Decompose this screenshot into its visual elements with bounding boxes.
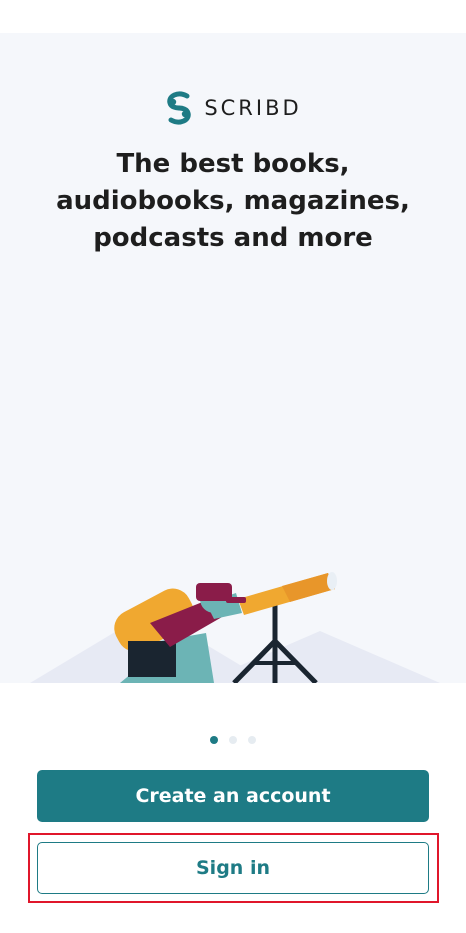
page-indicator-dot-active <box>210 736 218 744</box>
onboarding-hero: SCRIBD The best books, audiobooks, magaz… <box>0 33 466 683</box>
scribd-logo: SCRIBD <box>0 90 466 126</box>
onboarding-headline: The best books, audiobooks, magazines, p… <box>56 149 410 253</box>
status-bar <box>0 0 466 33</box>
page-indicator-dot <box>248 736 256 744</box>
scribd-logo-icon <box>167 91 192 125</box>
explorer-telescope-illustration <box>30 572 440 683</box>
sign-in-highlight-box <box>28 833 439 903</box>
brand-name: SCRIBD <box>204 96 302 120</box>
page-indicator <box>0 736 466 744</box>
page-indicator-dot <box>229 736 237 744</box>
create-account-button[interactable]: Create an account <box>37 770 429 822</box>
